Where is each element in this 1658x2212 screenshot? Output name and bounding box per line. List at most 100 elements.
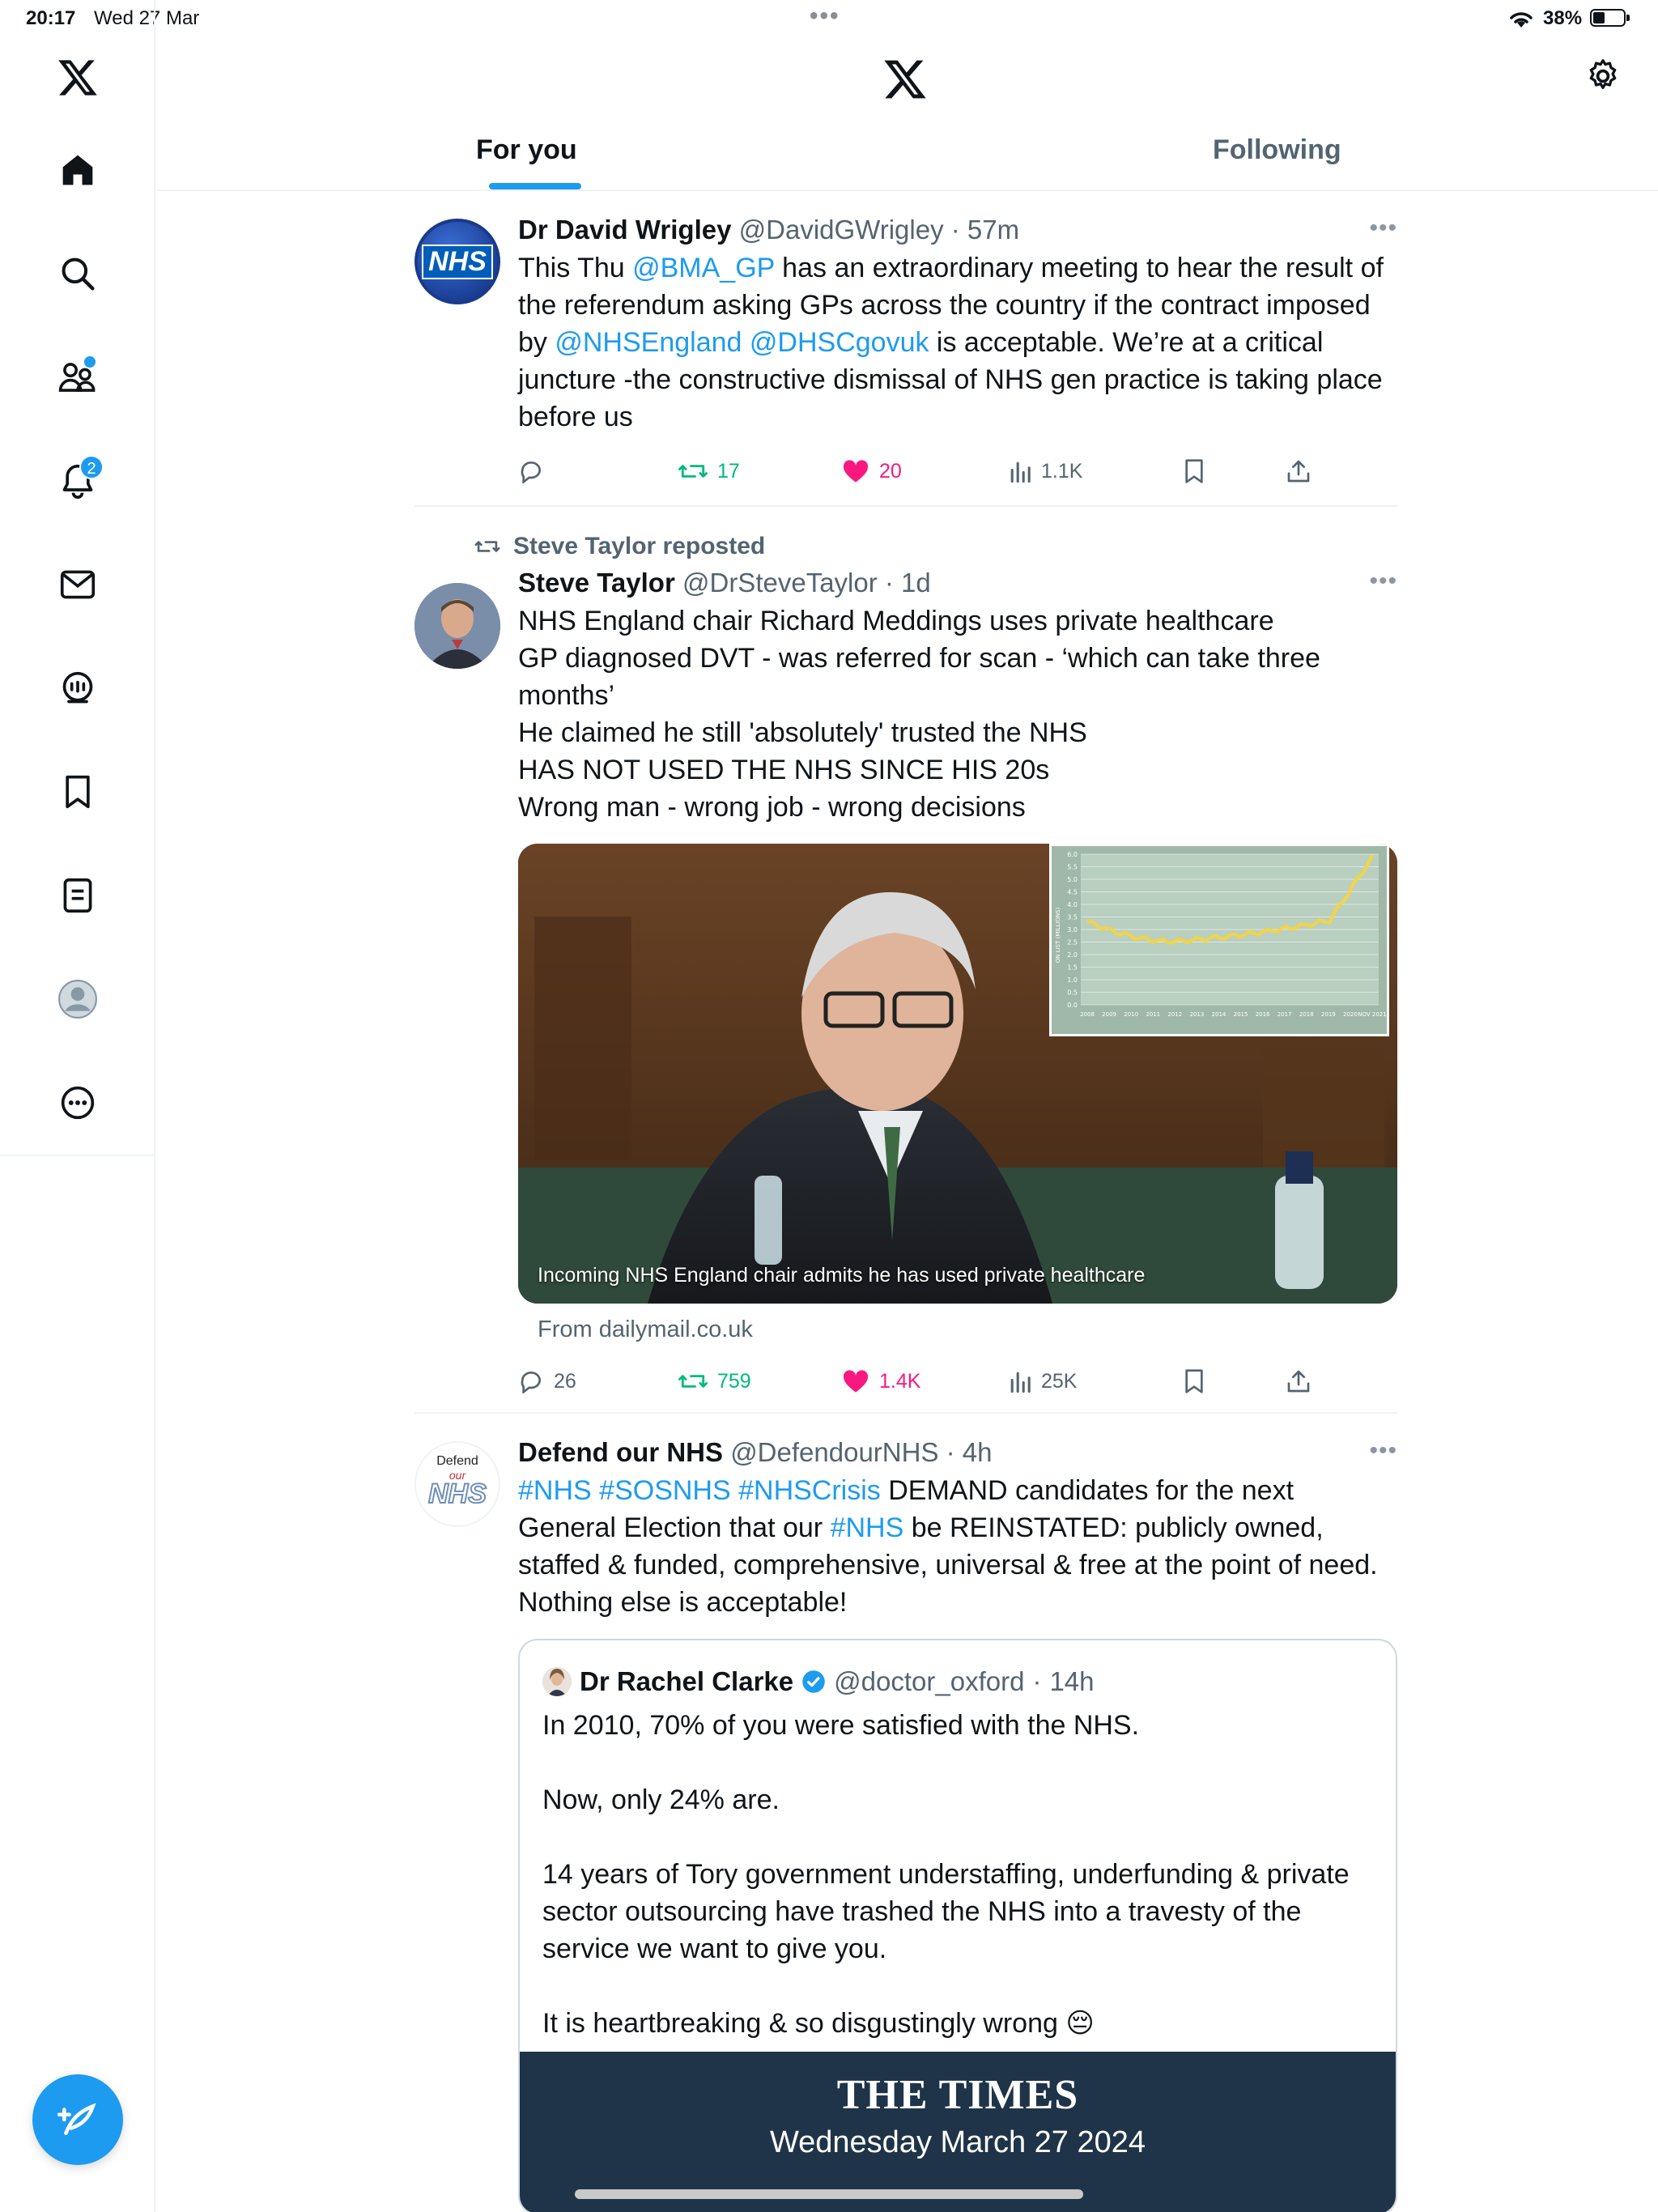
bookmark-icon: [1185, 459, 1203, 483]
tweet-text-segment: This Thu: [518, 253, 633, 283]
views-button[interactable]: 1.1K: [1009, 447, 1082, 496]
compose-icon: [57, 2103, 96, 2135]
tweet[interactable]: Defend our NHS Defend our NHS @Defendour…: [414, 1414, 1397, 2212]
heart-icon: [843, 1370, 869, 1393]
inset-y-tick-label: 5.0: [1067, 876, 1078, 883]
x-logo-icon[interactable]: [52, 52, 104, 104]
more-options-icon[interactable]: •••: [1369, 216, 1397, 240]
inset-waiting-list-chart: 0.0 0.5 1.0 1.5 2.0 2.5 3.0 3.5 4.0 4.5 5.0 5.5 6.0 2…: [1049, 844, 1389, 1036]
link-card-source[interactable]: From dailymail.co.uk: [538, 1312, 1397, 1347]
bookmarks-icon[interactable]: [52, 766, 104, 818]
avatar-text: NHS: [427, 1478, 487, 1509]
mention-link[interactable]: @DHSCgovuk: [750, 327, 929, 358]
views-icon: [1010, 1372, 1031, 1393]
views-icon: [1010, 462, 1031, 483]
avatar[interactable]: [414, 583, 500, 669]
communities-icon[interactable]: [52, 351, 104, 403]
sidebar-divider: [0, 1155, 155, 1156]
mention-link[interactable]: #NHS: [831, 1512, 904, 1543]
tab-for-you[interactable]: For you: [476, 134, 577, 166]
author-name[interactable]: Defend our NHS: [518, 1437, 723, 1467]
views-button[interactable]: 25K: [1009, 1357, 1077, 1406]
reply-icon: [521, 1371, 541, 1393]
avatar[interactable]: [542, 1667, 572, 1696]
status-bar: 20:17 Wed 27 Mar ••• 38%: [0, 0, 1658, 37]
sidebar: 2: [0, 0, 155, 2212]
repost-button[interactable]: 759: [678, 1357, 751, 1406]
tweet-text-segment: [742, 327, 749, 358]
quoted-tweet-text: In 2010, 70% of you were satisfied with …: [542, 1710, 1350, 2039]
x-logo-icon[interactable]: [882, 58, 928, 104]
mention-link[interactable]: #SOSNHS: [599, 1475, 731, 1506]
share-button[interactable]: [1286, 447, 1312, 496]
quoted-tweet-time[interactable]: 14h: [1049, 1663, 1094, 1700]
tweet-time[interactable]: 1d: [901, 568, 931, 598]
inset-x-tick-label: 2016: [1256, 1011, 1270, 1018]
tweet-time[interactable]: 57m: [967, 215, 1019, 245]
inset-x-tick-label: 2008: [1080, 1011, 1095, 1018]
author-name[interactable]: Dr David Wrigley: [518, 215, 731, 245]
tweet-actions: 17 20 1.1K: [518, 447, 1397, 496]
avatar-text: Defend: [436, 1454, 478, 1468]
mention-link[interactable]: @NHSEngland: [555, 327, 742, 358]
home-indicator[interactable]: [575, 2189, 1083, 2199]
notifications-icon[interactable]: 2: [52, 455, 104, 507]
search-icon[interactable]: [52, 248, 104, 300]
home-icon[interactable]: [52, 144, 104, 196]
share-button[interactable]: [1286, 1357, 1312, 1406]
more-options-icon[interactable]: •••: [1369, 569, 1397, 593]
tweet-actions: 26 759 1.4K 25K: [518, 1357, 1397, 1406]
avatar[interactable]: Defend our NHS: [414, 1441, 500, 1527]
reply-button[interactable]: 26: [518, 1357, 576, 1406]
like-count: 1.4K: [879, 1369, 921, 1393]
link-card-image[interactable]: 0.0 0.5 1.0 1.5 2.0 2.5 3.0 3.5 4.0 4.5 5.0 5.5 6.0 2…: [518, 844, 1397, 1304]
inset-y-tick-label: 4.0: [1067, 901, 1078, 908]
timeline-feed: NHS Dr David Wrigley @DavidGWrigley · 57…: [414, 191, 1397, 2212]
grok-icon[interactable]: [52, 662, 104, 714]
newspaper-date: Wednesday March 27 2024: [769, 2125, 1146, 2159]
repost-button[interactable]: 17: [678, 447, 740, 496]
settings-button[interactable]: [1585, 58, 1621, 98]
inset-y-tick-label: 0.0: [1067, 1002, 1078, 1009]
inset-x-tick-label: 2009: [1102, 1011, 1116, 1018]
inset-x-tick-label: 2012: [1167, 1011, 1182, 1018]
lists-icon[interactable]: [52, 870, 104, 921]
mention-link[interactable]: #NHS: [518, 1475, 592, 1506]
heart-icon: [843, 460, 869, 483]
inset-y-tick-label: 3.0: [1067, 926, 1078, 934]
inset-y-tick-label: 3.5: [1067, 914, 1078, 921]
quoted-author-handle[interactable]: @doctor_oxford: [834, 1663, 1024, 1700]
avatar-text: NHS: [422, 244, 493, 279]
avatar[interactable]: NHS: [414, 219, 500, 304]
quoted-tweet[interactable]: Dr Rachel Clarke @doctor_oxford · 14h In 2…: [518, 1639, 1397, 2212]
tweet-time[interactable]: 4h: [963, 1437, 993, 1467]
bookmark-button[interactable]: [1184, 447, 1205, 496]
author-handle[interactable]: @DrSteveTaylor: [682, 568, 878, 598]
repost-context[interactable]: Steve Taylor reposted: [474, 528, 1397, 565]
multitasking-dots-icon[interactable]: •••: [810, 4, 840, 28]
like-button[interactable]: 20: [842, 447, 902, 496]
profile-icon[interactable]: [52, 973, 104, 1025]
mention-link[interactable]: @BMA_GP: [632, 253, 775, 283]
inset-x-tick-label: 2014: [1212, 1011, 1226, 1018]
tweet[interactable]: Steve Taylor reposted Steve Taylor @DrSt…: [414, 507, 1397, 1414]
messages-icon[interactable]: [52, 559, 104, 610]
tweet[interactable]: NHS Dr David Wrigley @DavidGWrigley · 57…: [414, 191, 1397, 507]
author-handle[interactable]: @DefendourNHS: [730, 1437, 938, 1467]
more-icon[interactable]: [52, 1077, 104, 1129]
more-options-icon[interactable]: •••: [1369, 1439, 1397, 1463]
compose-button[interactable]: [32, 2074, 123, 2165]
gear-icon: [1589, 59, 1617, 89]
newspaper-masthead: THE TIMES: [836, 2072, 1079, 2118]
bookmark-button[interactable]: [1184, 1357, 1205, 1406]
quoted-author-name[interactable]: Dr Rachel Clarke: [580, 1663, 793, 1700]
tab-following[interactable]: Following: [1213, 134, 1341, 166]
author-handle[interactable]: @DavidGWrigley: [739, 215, 944, 245]
author-name[interactable]: Steve Taylor: [518, 568, 675, 598]
like-button[interactable]: 1.4K: [842, 1357, 920, 1406]
verified-badge-icon: [802, 1670, 825, 1693]
quoted-tweet-image[interactable]: THE TIMES Wednesday March 27 2024: [520, 2052, 1396, 2212]
mention-link[interactable]: #NHSCrisis: [738, 1475, 881, 1506]
notifications-badge: 2: [79, 455, 104, 479]
reply-button[interactable]: [518, 447, 554, 496]
